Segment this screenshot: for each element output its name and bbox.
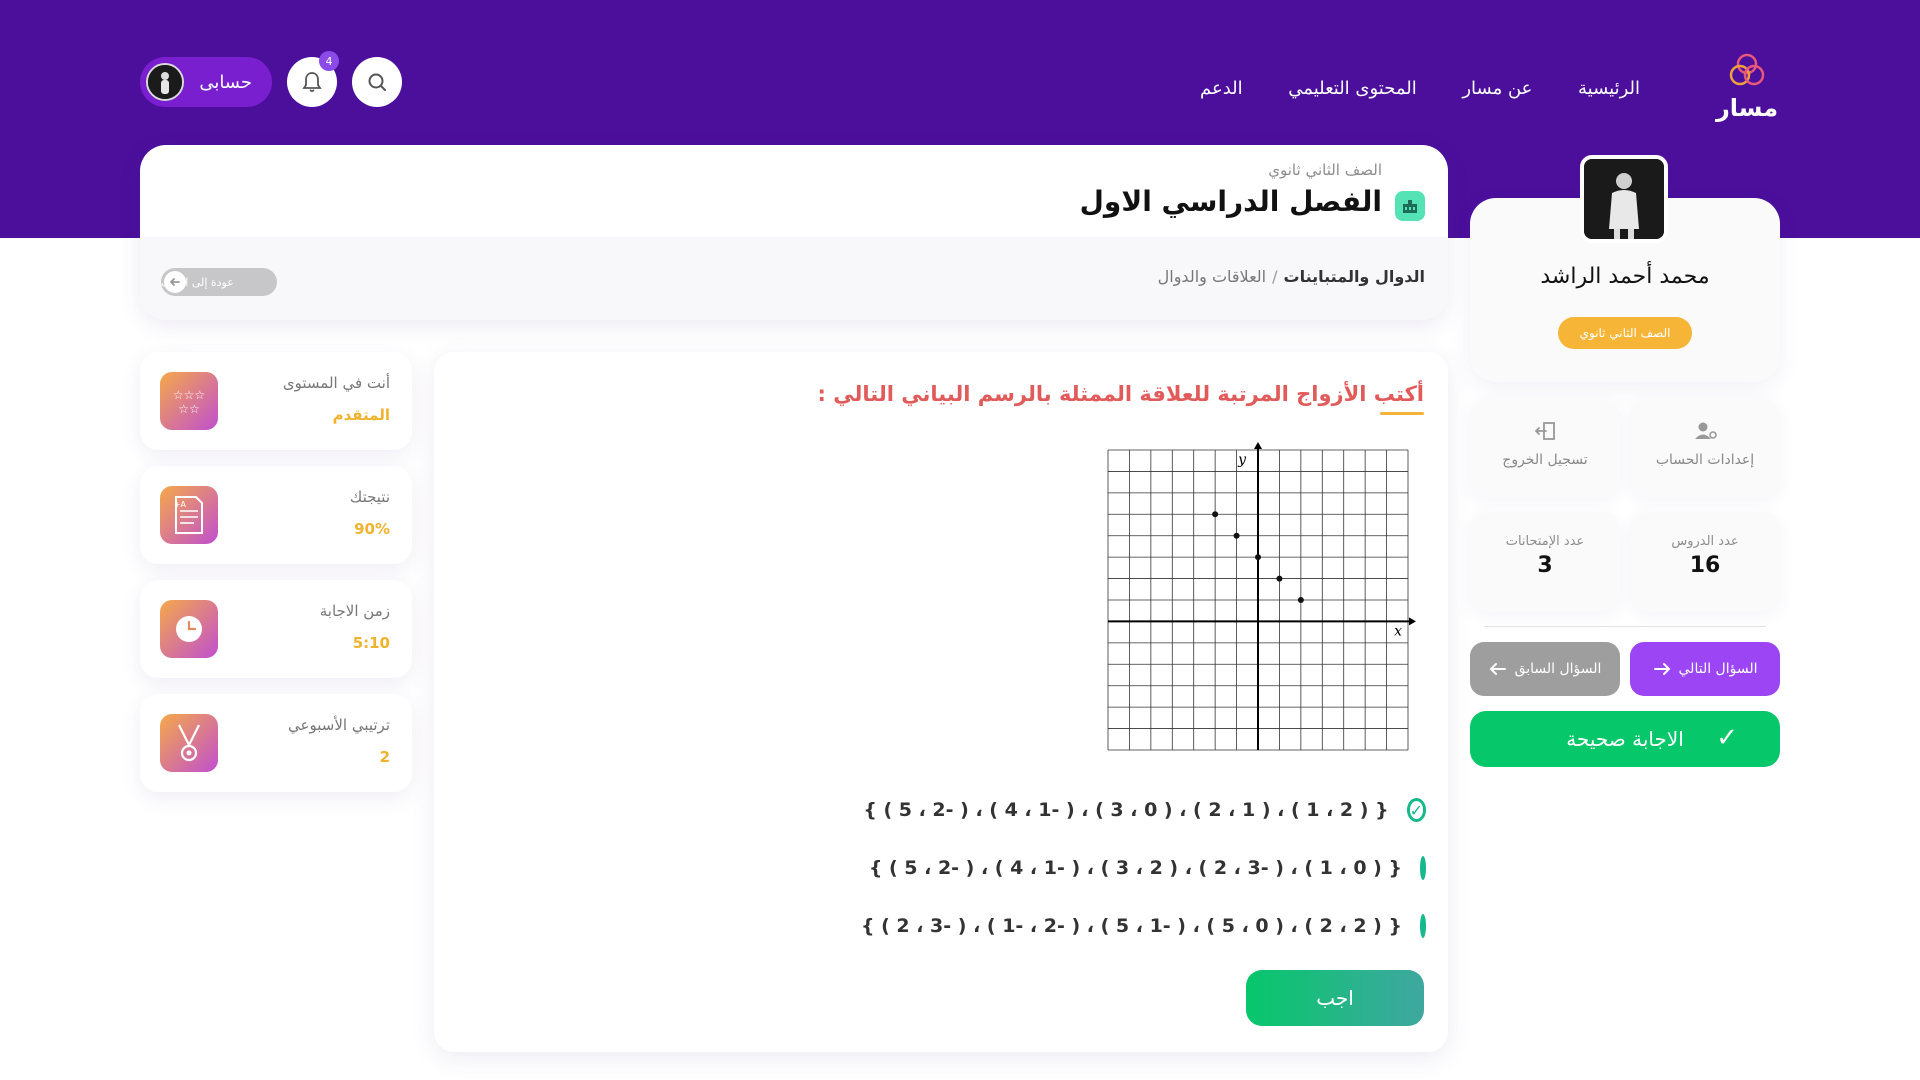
weekly-rank-card-value: 2 [379, 748, 390, 766]
search-button[interactable] [352, 57, 402, 107]
account-label: حسابى [199, 71, 252, 93]
answer-result-banner: ✓ الاجابة صحيحة [1470, 711, 1780, 767]
level-card-value: المتقدم [332, 406, 390, 424]
score-card-title: نتيجتك [349, 488, 390, 506]
lessons-count-value: 16 [1689, 553, 1721, 578]
data-point [1255, 554, 1261, 561]
lessons-count-tile: عدد الدروس 16 [1630, 512, 1780, 612]
data-point [1233, 532, 1240, 539]
next-question-label: السؤال التالي [1678, 661, 1758, 677]
answer-option-3-text: { ( 2 ، 3- ) ، ( 1- ، 2- ) ، ( 5 ، 1- ) … [860, 915, 1402, 937]
answer-option-2[interactable]: { ( 5 ، 2- ) ، ( 4 ، 1- ) ، ( 3 ، 2 ) ، … [869, 850, 1426, 886]
svg-text:☆☆☆: ☆☆☆ [173, 388, 205, 402]
weekly-rank-card: ترتيبي الأسبوعي 2 [140, 694, 412, 792]
question-panel: أكتب الأزواج المرتبة للعلاقة الممثلة بال… [434, 352, 1448, 1052]
logout-label: تسجيل الخروج [1502, 452, 1588, 468]
profile-avatar[interactable] [1580, 155, 1668, 243]
radio-icon[interactable] [1420, 856, 1426, 880]
score-card-value: 90% [354, 520, 390, 538]
account-button[interactable]: حسابى [140, 57, 272, 107]
answer-option-2-text: { ( 5 ، 2- ) ، ( 4 ، 1- ) ، ( 3 ، 2 ) ، … [868, 857, 1402, 879]
notification-count-badge: 4 [319, 51, 339, 71]
student-grade-badge: الصف الثاني ثانوي [1558, 317, 1692, 349]
main-nav: الرئيسية عن مسار المحتوى التعليمي الدعم [1200, 74, 1640, 102]
answer-time-card-value: 5:10 [352, 634, 390, 652]
answer-option-1-text: { ( 5 ، 2- ) ، ( 4 ، 1- ) ، ( 3 ، 0 ) ، … [863, 799, 1389, 821]
previous-question-label: السؤال السابق [1514, 661, 1602, 677]
brand-logo[interactable]: مسار [1714, 50, 1780, 122]
data-point [1297, 597, 1304, 603]
nav-link-home[interactable]: الرئيسية [1578, 78, 1640, 99]
answer-time-card-title: زمن الاجابة [319, 602, 390, 620]
grade-sheet-icon: A+ [160, 486, 218, 544]
question-text: أكتب الأزواج المرتبة للعلاقة الممثلة بال… [817, 382, 1424, 406]
back-to-class-button[interactable]: عودة إلى الصف [161, 268, 277, 296]
school-icon [1395, 191, 1425, 221]
score-card: نتيجتك 90% A+ [140, 466, 412, 564]
account-settings-tile[interactable]: إعدادات الحساب [1630, 398, 1780, 498]
account-settings-label: إعدادات الحساب [1655, 452, 1755, 468]
radio-icon[interactable] [1420, 914, 1426, 938]
class-header-bottom: الدوال والمتباينات / العلاقات والدوال [140, 237, 1448, 320]
data-point [1276, 575, 1283, 582]
x-axis-label: x [1394, 623, 1402, 639]
brand-name: مسار [1715, 94, 1779, 122]
x-axis-arrow [1409, 617, 1416, 626]
arrow-left-icon [164, 271, 186, 293]
submit-answer-button[interactable]: اجب [1246, 970, 1424, 1026]
logout-tile[interactable]: تسجيل الخروج [1470, 398, 1620, 498]
nav-link-content[interactable]: المحتوى التعليمي [1288, 78, 1416, 99]
breadcrumb-current[interactable]: الدوال والمتباينات [1284, 267, 1425, 286]
exams-count-tile: عدد الإمتحانات 3 [1470, 512, 1620, 612]
notifications-button[interactable]: 4 [287, 51, 339, 107]
weekly-rank-card-title: ترتيبي الأسبوعي [288, 716, 390, 734]
stars-icon: ☆☆☆ ☆☆ [160, 372, 218, 430]
arrow-left-icon [1489, 663, 1506, 675]
nav-link-support[interactable]: الدعم [1200, 78, 1243, 99]
exams-count-label: عدد الإمتحانات [1505, 534, 1585, 549]
logout-icon [1534, 422, 1555, 440]
search-icon [368, 73, 386, 91]
breadcrumb-separator: / [1272, 267, 1278, 286]
svg-text:A+: A+ [174, 500, 187, 509]
previous-question-button[interactable]: السؤال السابق [1470, 642, 1620, 696]
y-axis-label: y [1237, 452, 1247, 468]
data-point [1212, 511, 1219, 518]
radio-checked-icon[interactable]: ✓ [1406, 798, 1426, 822]
answer-time-card: زمن الاجابة 5:10 [140, 580, 412, 678]
level-card: أنت في المستوى المتقدم ☆☆☆ ☆☆ [140, 352, 412, 450]
grade-label: الصف الثاني ثانوي [1268, 161, 1382, 179]
term-title: الفصل الدراسي الاول [1079, 185, 1382, 218]
divider [1484, 626, 1766, 627]
breadcrumb: الدوال والمتباينات / العلاقات والدوال [1158, 267, 1425, 286]
breadcrumb-parent[interactable]: العلاقات والدوال [1158, 267, 1267, 286]
question-underline [1380, 412, 1424, 415]
class-header-top: الصف الثاني ثانوي الفصل الدراسي الاول [140, 145, 1448, 237]
answer-option-3[interactable]: { ( 2 ، 3- ) ، ( 1- ، 2- ) ، ( 5 ، 1- ) … [861, 908, 1426, 944]
clock-icon [160, 600, 218, 658]
check-icon: ✓ [1716, 723, 1738, 753]
nav-link-about[interactable]: عن مسار [1462, 78, 1532, 99]
class-header-card: الصف الثاني ثانوي الفصل الدراسي الاول ال… [140, 145, 1448, 320]
account-avatar [146, 63, 184, 101]
next-question-button[interactable]: السؤال التالي [1630, 642, 1780, 696]
logo-icon [1729, 53, 1765, 86]
user-settings-icon [1695, 422, 1717, 439]
medal-icon [160, 714, 218, 772]
student-name: محمد أحمد الراشد [1540, 264, 1710, 289]
y-axis-arrow [1254, 442, 1262, 449]
bell-icon [302, 72, 322, 92]
arrow-right-icon [1653, 663, 1670, 675]
svg-text:☆☆: ☆☆ [178, 402, 200, 416]
lessons-count-label: عدد الدروس [1671, 534, 1739, 549]
answer-result-label: الاجابة صحيحة [1566, 727, 1684, 751]
coordinate-graph: xy [1107, 442, 1416, 751]
exams-count-value: 3 [1537, 553, 1553, 578]
answer-option-1[interactable]: ✓ { ( 5 ، 2- ) ، ( 4 ، 1- ) ، ( 3 ، 0 ) … [863, 792, 1426, 828]
level-card-title: أنت في المستوى [282, 374, 390, 392]
